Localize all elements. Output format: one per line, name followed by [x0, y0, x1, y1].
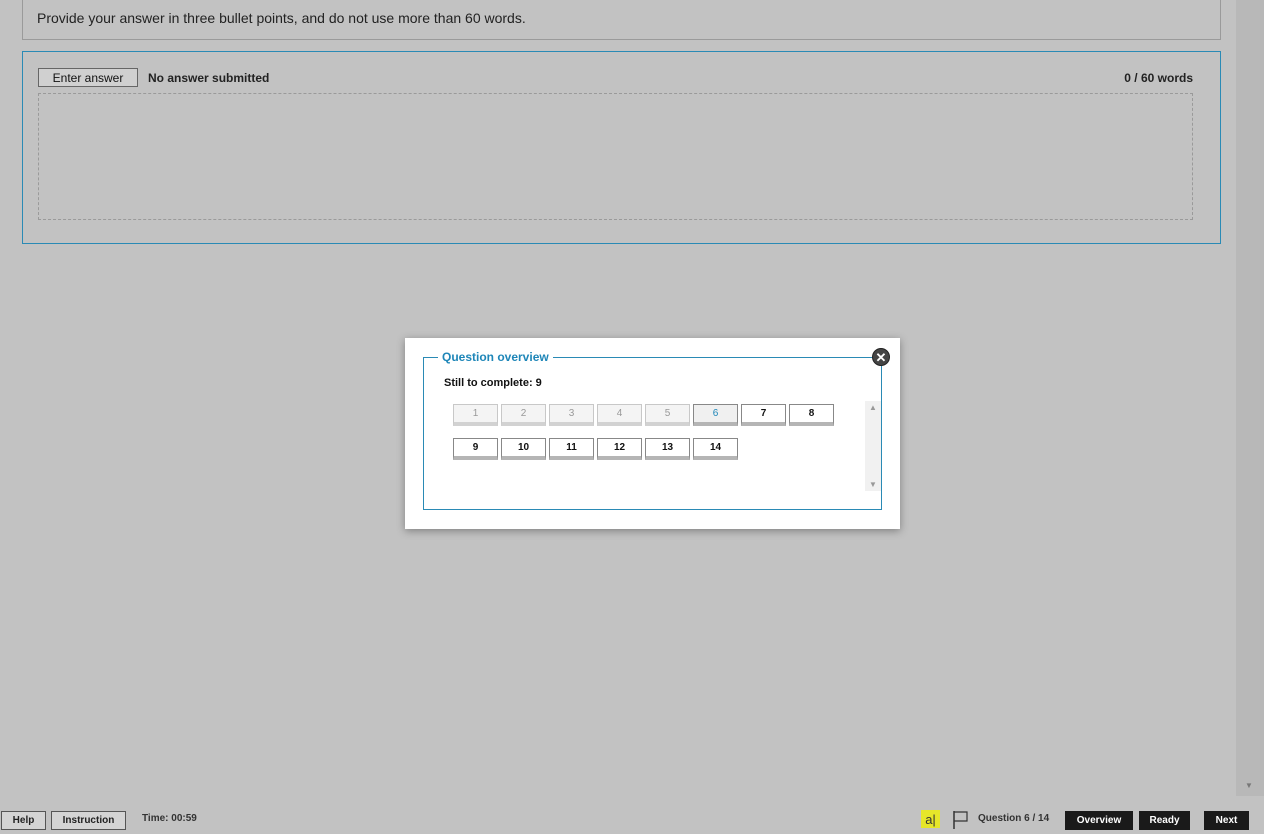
question-overview-dialog: Question overview Still to complete: 9 1…: [405, 338, 900, 529]
scroll-down-icon[interactable]: ▼: [869, 480, 877, 489]
question-button-6[interactable]: 6: [693, 404, 738, 426]
timer: Time: 00:59: [142, 813, 197, 824]
word-count: 0 / 60 words: [1124, 71, 1193, 85]
close-icon[interactable]: ✕: [872, 348, 890, 366]
overview-scrollbar[interactable]: ▲ ▼: [865, 401, 881, 491]
question-button-3[interactable]: 3: [549, 404, 594, 426]
scroll-down-icon[interactable]: ▼: [1245, 781, 1253, 790]
question-button-13[interactable]: 13: [645, 438, 690, 460]
scroll-up-icon[interactable]: ▲: [869, 403, 877, 412]
question-button-1[interactable]: 1: [453, 404, 498, 426]
instruction-button[interactable]: Instruction: [51, 811, 126, 830]
help-button[interactable]: Help: [1, 811, 46, 830]
overview-frame: Question overview Still to complete: 9 1…: [423, 350, 882, 510]
enter-answer-button[interactable]: Enter answer: [38, 68, 138, 87]
instruction-text: Provide your answer in three bullet poin…: [37, 10, 526, 26]
dialog-title: Question overview: [438, 350, 553, 364]
overview-button[interactable]: Overview: [1065, 811, 1133, 830]
question-button-4[interactable]: 4: [597, 404, 642, 426]
answer-status: No answer submitted: [148, 71, 270, 85]
bottom-toolbar: Help Instruction Time: 00:59 a| Question…: [0, 796, 1264, 834]
question-button-9[interactable]: 9: [453, 438, 498, 460]
answer-panel: Enter answer No answer submitted 0 / 60 …: [22, 51, 1221, 244]
question-button-7[interactable]: 7: [741, 404, 786, 426]
instruction-panel: Provide your answer in three bullet poin…: [22, 0, 1221, 40]
page-scrollbar[interactable]: ▼: [1236, 0, 1264, 796]
question-button-2[interactable]: 2: [501, 404, 546, 426]
question-button-8[interactable]: 8: [789, 404, 834, 426]
question-button-10[interactable]: 10: [501, 438, 546, 460]
question-button-11[interactable]: 11: [549, 438, 594, 460]
next-button[interactable]: Next: [1204, 811, 1249, 830]
ready-button[interactable]: Ready: [1139, 811, 1190, 830]
still-to-complete-label: Still to complete: 9: [444, 377, 542, 389]
answer-text-area[interactable]: [38, 93, 1193, 220]
flag-icon[interactable]: [952, 810, 970, 830]
question-button-12[interactable]: 12: [597, 438, 642, 460]
question-counter: Question 6 / 14: [978, 813, 1050, 824]
question-button-14[interactable]: 14: [693, 438, 738, 460]
highlight-icon[interactable]: a|: [921, 810, 940, 828]
question-button-5[interactable]: 5: [645, 404, 690, 426]
